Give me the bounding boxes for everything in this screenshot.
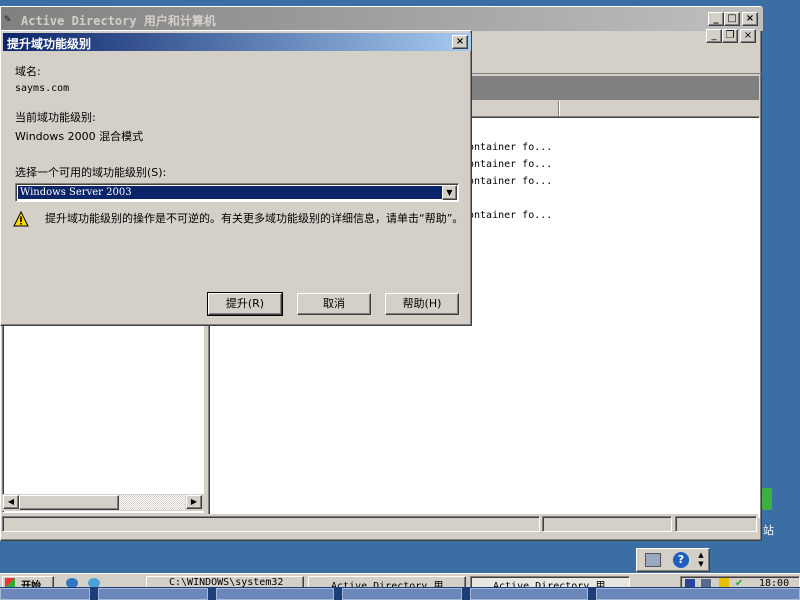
app-icon: ✎: [4, 12, 11, 25]
raise-domain-level-dialog: 提升域功能级别 × 域名: sayms.com 当前域功能级别: Windows…: [0, 30, 472, 326]
toolbar: [472, 48, 762, 74]
current-level-value: Windows 2000 混合模式: [15, 130, 144, 143]
help-button[interactable]: 帮助(H): [385, 293, 459, 315]
domain-level-select[interactable]: Windows Server 2003 ▼: [15, 183, 459, 202]
status-cell: [542, 516, 672, 532]
thumbnail[interactable]: [0, 588, 90, 600]
thumbnail[interactable]: [596, 588, 800, 600]
domain-label: 域名:: [15, 65, 41, 78]
list-item[interactable]: ontainer fo...: [468, 142, 552, 153]
list-item[interactable]: ontainer fo...: [468, 176, 552, 187]
thumbnail[interactable]: [98, 588, 208, 600]
inner-restore-button[interactable]: ❐: [722, 29, 738, 43]
thumbnail[interactable]: [470, 588, 588, 600]
domain-value: sayms.com: [15, 83, 70, 94]
monitor-icon[interactable]: [701, 579, 711, 587]
scroll-right-arrow-icon[interactable]: ▶: [186, 495, 202, 509]
current-level-label: 当前域功能级别:: [15, 111, 96, 124]
scroll-track[interactable]: [119, 495, 185, 510]
domain-level-selected-value: Windows Server 2003: [17, 185, 443, 200]
column-separator[interactable]: [558, 101, 560, 116]
network-icon[interactable]: [685, 579, 695, 587]
cancel-button[interactable]: 取消: [297, 293, 371, 315]
taskbar: 开始 C:\WINDOWS\system32 Active Directory …: [0, 573, 800, 587]
tree-pane[interactable]: [2, 320, 204, 513]
check-icon[interactable]: ✔: [735, 578, 745, 587]
spin-icon[interactable]: ▲ ▼: [697, 551, 705, 569]
status-bar: [2, 514, 758, 534]
scroll-thumb[interactable]: [19, 495, 119, 510]
list-item[interactable]: ontainer fo...: [468, 159, 552, 170]
inner-minimize-button[interactable]: _: [706, 29, 722, 43]
thumbnail[interactable]: [342, 588, 462, 600]
browser-icon[interactable]: [66, 578, 78, 587]
tree-horizontal-scrollbar[interactable]: ◀ ▶: [2, 494, 204, 511]
dialog-close-button[interactable]: ×: [452, 35, 468, 49]
help-icon[interactable]: ?: [673, 552, 689, 568]
raise-button[interactable]: 提升(R): [207, 292, 283, 316]
taskbar-item-ad-active[interactable]: Active Directory 用: [470, 576, 630, 587]
status-cell: [675, 516, 757, 532]
windows-logo-icon: [5, 578, 15, 587]
warning-message: 提升域功能级别的操作是不可逆的。有关更多域功能级别的详细信息，请单击“帮助”。: [45, 212, 464, 225]
dialog-titlebar[interactable]: 提升域功能级别 ×: [3, 33, 471, 51]
list-item[interactable]: ontainer fo...: [468, 210, 552, 221]
select-level-label: 选择一个可用的域功能级别(S):: [15, 166, 167, 179]
recycle-bin-label[interactable]: 站: [763, 522, 774, 538]
chevron-down-icon[interactable]: ▼: [442, 185, 457, 200]
dialog-title: 提升域功能级别: [7, 37, 92, 51]
taskbar-item-ad[interactable]: Active Directory 用: [308, 576, 466, 587]
scroll-left-arrow-icon[interactable]: ◀: [3, 495, 19, 509]
tray-popup: ? ▲ ▼: [636, 548, 710, 572]
quicklaunch-icon[interactable]: [88, 578, 100, 587]
status-cell-main: [2, 516, 540, 532]
thumbnail[interactable]: [216, 588, 334, 600]
taskbar-item-cmd[interactable]: C:\WINDOWS\system32: [146, 576, 304, 587]
shield-icon[interactable]: [719, 578, 729, 587]
recycle-bin-icon[interactable]: [762, 488, 772, 510]
clock[interactable]: 18:00: [759, 578, 789, 587]
inner-window-caption: _ ❐ ×: [472, 24, 762, 48]
thumbnail-strip: [0, 587, 800, 600]
network-icon[interactable]: [645, 553, 661, 567]
system-tray: ✔ 18:00: [680, 576, 800, 587]
column-header[interactable]: [472, 100, 759, 117]
main-window-title: Active Directory 用户和计算机: [21, 14, 216, 28]
warning-icon: [13, 211, 29, 227]
pane-header-bar: [472, 76, 759, 100]
inner-close-button[interactable]: ×: [740, 29, 756, 43]
